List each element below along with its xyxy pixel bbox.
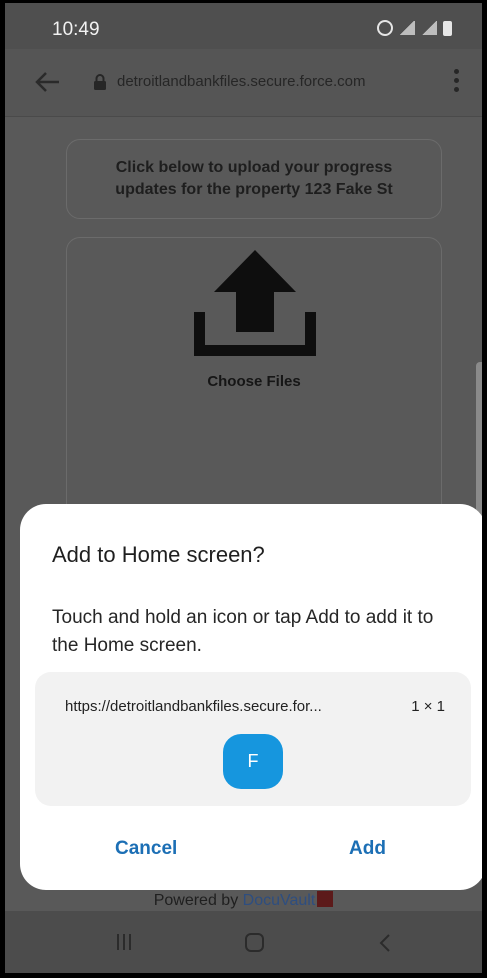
dialog-title: Add to Home screen? xyxy=(52,542,265,567)
browser-url-bar: detroitlandbankfiles.secure.force.com xyxy=(5,49,482,117)
lock-icon xyxy=(94,74,106,90)
url-text[interactable]: detroitlandbankfiles.secure.force.com xyxy=(117,73,365,90)
recents-icon[interactable] xyxy=(117,934,131,950)
dialog-message: Touch and hold an icon or tap Add to add… xyxy=(52,607,434,656)
status-bar: 10:49 xyxy=(5,3,482,49)
shortcut-preview: https://detroitlandbankfiles.secure.for.… xyxy=(35,672,471,806)
powered-by: Powered by DocuVault xyxy=(5,891,482,910)
home-icon[interactable] xyxy=(245,933,264,952)
chevron-left-icon[interactable] xyxy=(378,933,392,953)
upload-instructions: Click below to upload your progress upda… xyxy=(66,139,442,219)
docuvault-link[interactable]: DocuVault xyxy=(243,892,316,909)
shortcut-size: 1 × 1 xyxy=(411,698,445,715)
wifi-icon xyxy=(399,21,415,35)
shortcut-url: https://detroitlandbankfiles.secure.for.… xyxy=(65,698,322,715)
add-button[interactable]: Add xyxy=(349,838,386,860)
system-nav-bar xyxy=(5,911,482,973)
screen: 10:49 detroitlandbankfiles.secure.force.… xyxy=(5,3,482,973)
status-icons xyxy=(377,20,452,36)
cancel-button[interactable]: Cancel xyxy=(115,838,177,860)
add-to-home-dialog: Add to Home screen? Touch and hold an ic… xyxy=(20,504,482,890)
status-time: 10:49 xyxy=(52,19,100,40)
instructions-line-2: updates for the property 123 Fake St xyxy=(115,181,393,198)
arrow-left-icon[interactable] xyxy=(35,71,61,93)
choose-files-label[interactable]: Choose Files xyxy=(67,373,441,390)
instructions-line-1: Click below to upload your progress xyxy=(115,159,393,176)
phone-frame: 10:49 detroitlandbankfiles.secure.force.… xyxy=(0,0,487,978)
battery-icon xyxy=(443,20,452,36)
signal-icon xyxy=(421,21,437,35)
powered-by-prefix: Powered by xyxy=(153,892,243,909)
shortcut-app-icon[interactable]: F xyxy=(223,734,283,789)
upload-icon[interactable] xyxy=(194,248,316,356)
alarm-icon xyxy=(377,20,393,36)
more-vert-icon[interactable] xyxy=(454,69,460,95)
docuvault-logo-icon xyxy=(317,891,334,907)
file-drop-zone[interactable]: Choose Files xyxy=(66,237,442,537)
